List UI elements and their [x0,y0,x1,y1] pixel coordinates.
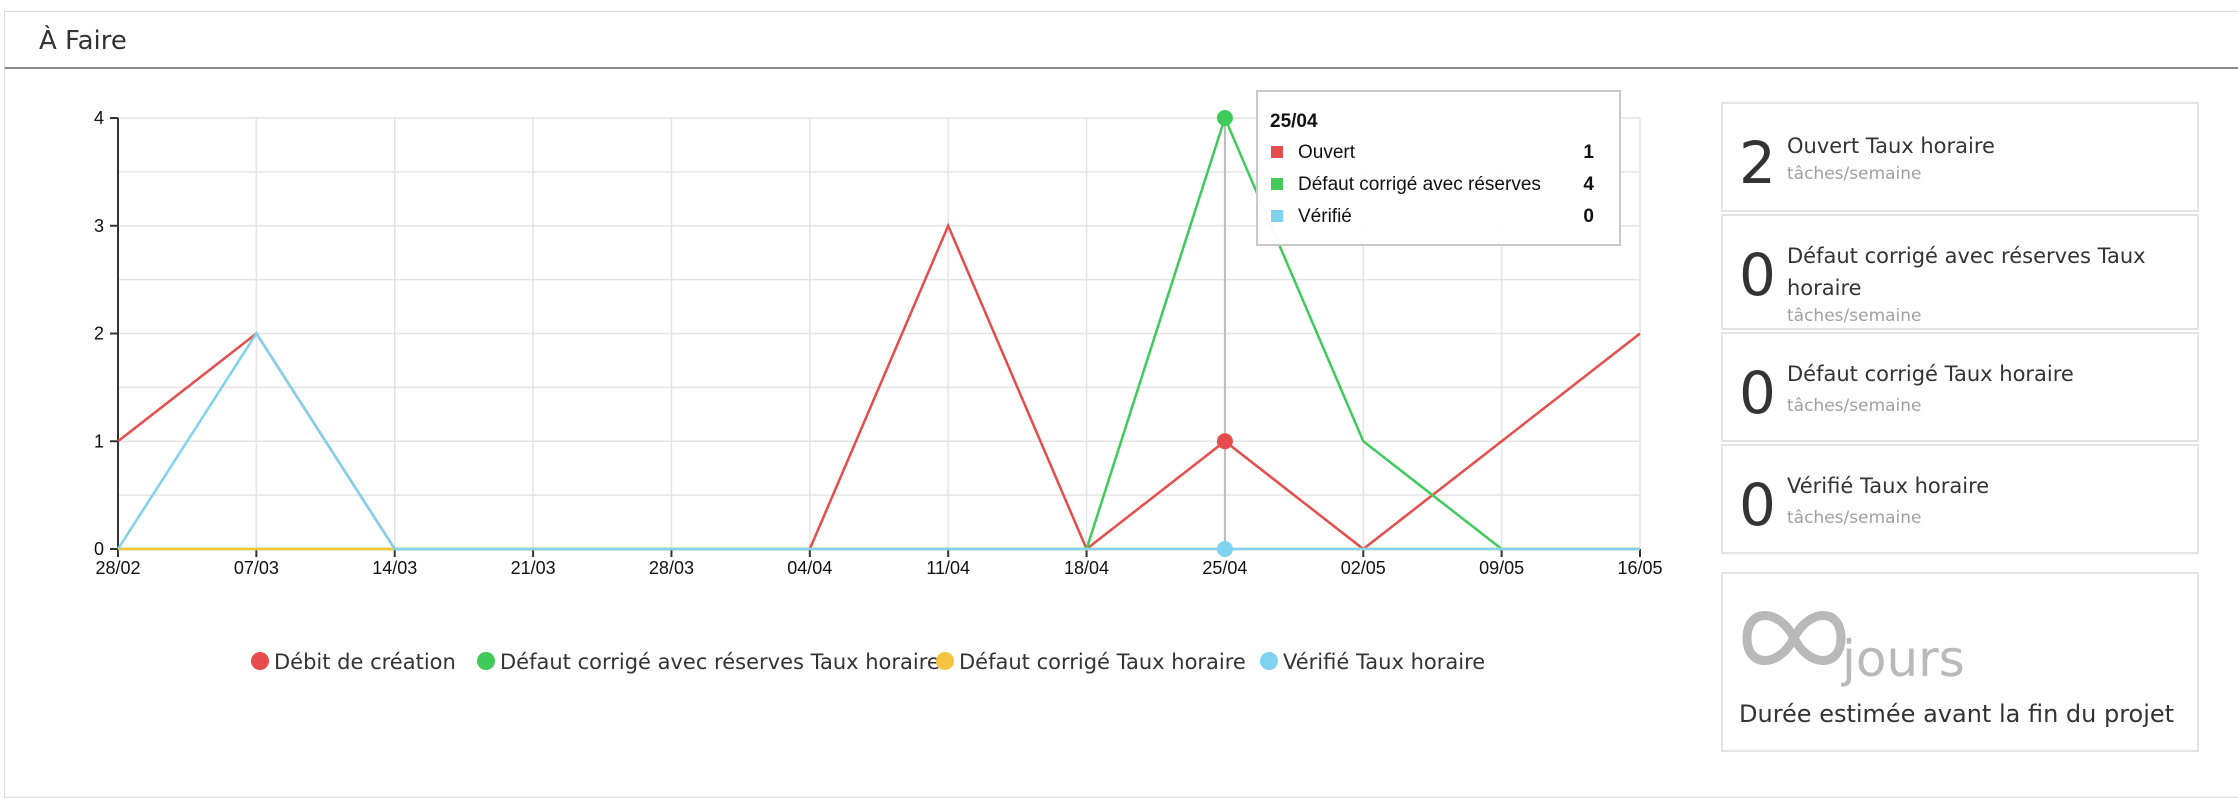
stat-label: Défaut corrigé avec réserves Taux horair… [1787,244,2146,300]
stat-unit: tâches/semaine [1787,508,1922,528]
x-tick-label: 25/04 [1202,558,1247,578]
estimate-card: ∞ jours Durée estimée avant la fin du pr… [1721,572,2199,752]
x-tick-label: 11/04 [926,558,970,578]
x-tick-label: 28/02 [95,558,140,578]
x-tick-label: 21/03 [511,558,556,578]
legend-label: Défaut corrigé avec réserves Taux horair… [500,650,940,674]
stat-unit: tâches/semaine [1787,306,1922,326]
stat-unit: tâches/semaine [1787,164,1922,184]
stat-label: Défaut corrigé Taux horaire [1787,362,2074,386]
stat-card-ouvert: 2 Ouvert Taux horaire tâches/semaine [1721,102,2199,212]
tooltip-row-label: Défaut corrigé avec réserves [1298,174,1541,195]
tooltip-swatch [1271,178,1283,190]
line-chart: 0 1 2 3 4 28/02 07/03 14/03 21/03 28/03 04/04 11/04… [94,90,1663,674]
estimate-label: Durée estimée avant la fin du projet [1739,700,2175,728]
stat-label: Vérifié Taux horaire [1787,474,1990,498]
x-tick-label: 09/05 [1479,558,1524,578]
y-tick-label: 2 [94,324,104,344]
stat-card-defaut-reserves: 0 Défaut corrigé avec réserves Taux hora… [1721,214,2199,330]
y-tick-label: 0 [94,539,104,559]
legend-marker [936,652,954,670]
hover-point [1216,110,1233,126]
tooltip-row-value: 0 [1583,206,1594,227]
stat-card-defaut-corrige: 0 Défaut corrigé Taux horaire tâches/sem… [1721,332,2199,442]
legend-marker [477,652,495,670]
legend-label: Vérifié Taux horaire [1283,650,1485,674]
tooltip-row-label: Vérifié [1298,206,1352,227]
legend-label: Débit de création [274,650,456,674]
stat-unit: tâches/semaine [1787,396,1922,416]
stat-value: 0 [1739,471,1776,539]
x-tick-label: 04/04 [787,558,832,578]
x-tick-label: 28/03 [649,558,694,578]
stat-value: 2 [1739,129,1776,197]
stat-card-verifie: 0 Vérifié Taux horaire tâches/semaine [1721,444,2199,554]
stat-value: 0 [1739,359,1776,427]
infinity-icon: ∞ [1742,611,1846,665]
y-tick-label: 3 [94,216,104,236]
tooltip-row-value: 1 [1583,142,1594,163]
x-tick-label: 18/04 [1064,558,1109,578]
legend-label: Défaut corrigé Taux horaire [959,650,1246,674]
legend-marker [251,652,269,670]
tooltip-row-value: 4 [1583,174,1594,195]
tooltip-row-label: Ouvert [1298,142,1356,163]
x-tick-label: 02/05 [1341,558,1386,578]
hover-point [1216,541,1233,557]
tooltip-swatch [1271,210,1283,222]
x-tick-label: 16/05 [1617,558,1662,578]
y-tick-label: 1 [94,431,104,451]
tooltip-swatch [1271,146,1283,158]
estimate-unit: jours [1842,630,1965,688]
y-tick-label: 4 [94,108,104,128]
tooltip: 25/04 Ouvert 1 Défaut corrigé avec réserves… [1256,90,1621,246]
x-tick-label: 14/03 [372,558,417,578]
hover-point [1216,433,1233,450]
tooltip-title: 25/04 [1270,111,1318,132]
stat-label: Ouvert Taux horaire [1787,134,1995,158]
legend-marker [1260,652,1278,670]
stat-value: 0 [1739,241,1776,309]
x-tick-label: 07/03 [234,558,279,578]
